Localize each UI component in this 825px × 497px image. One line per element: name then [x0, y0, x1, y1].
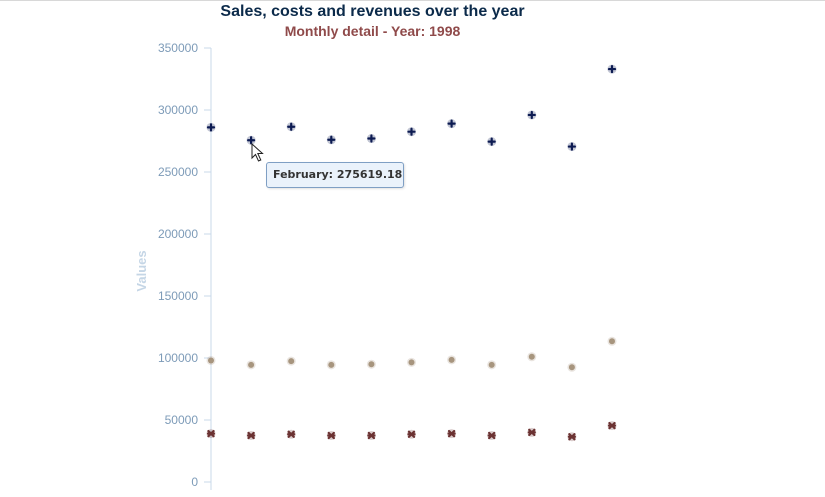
data-point[interactable] [246, 360, 256, 370]
y-tick-label: 250000 [158, 165, 198, 179]
data-point[interactable] [607, 421, 617, 431]
data-point[interactable] [407, 127, 416, 137]
data-point[interactable] [366, 134, 376, 144]
data-point[interactable] [527, 110, 537, 120]
data-point[interactable] [326, 360, 336, 370]
data-point[interactable] [487, 431, 497, 440]
data-point[interactable] [607, 64, 617, 74]
data-point[interactable] [527, 352, 537, 362]
data-point[interactable] [447, 355, 457, 365]
data-point[interactable] [206, 355, 216, 365]
y-tick-label: 350000 [158, 41, 198, 55]
y-axis-ticks: 0 50000 100000 150000 200000 250000 300000 3500… [158, 41, 211, 489]
data-point[interactable] [366, 359, 376, 369]
data-point[interactable] [447, 119, 457, 129]
y-tick-label: 300000 [158, 103, 198, 117]
chart-plot-area: 0 50000 100000 150000 200000 250000 300000 3500… [134, 41, 617, 490]
data-point[interactable] [487, 137, 497, 147]
data-point[interactable] [206, 122, 216, 132]
data-point[interactable] [567, 362, 577, 372]
data-point[interactable] [407, 429, 416, 439]
data-point[interactable] [567, 432, 577, 442]
data-point[interactable] [286, 356, 296, 366]
data-point[interactable] [487, 360, 497, 370]
y-tick-label: 150000 [158, 289, 198, 303]
data-point[interactable] [366, 431, 376, 440]
data-point[interactable] [567, 142, 577, 152]
y-tick-label: 100000 [158, 351, 198, 365]
mouse-pointer-icon [251, 143, 264, 162]
y-axis-title: Values [134, 250, 149, 291]
y-tick-label: 200000 [158, 227, 198, 241]
data-point[interactable] [286, 122, 296, 132]
data-point[interactable] [286, 429, 296, 439]
data-point[interactable] [326, 135, 336, 145]
data-tooltip: February: 275619.18 [266, 162, 404, 188]
data-point[interactable] [246, 431, 256, 440]
data-point[interactable] [206, 429, 216, 439]
data-point[interactable] [607, 336, 617, 346]
data-point[interactable] [447, 429, 457, 439]
y-tick-label: 0 [191, 475, 198, 489]
data-points [206, 64, 617, 442]
data-point[interactable] [326, 431, 336, 440]
data-point[interactable] [407, 357, 416, 367]
data-point[interactable] [527, 427, 537, 437]
y-tick-label: 50000 [165, 413, 199, 427]
